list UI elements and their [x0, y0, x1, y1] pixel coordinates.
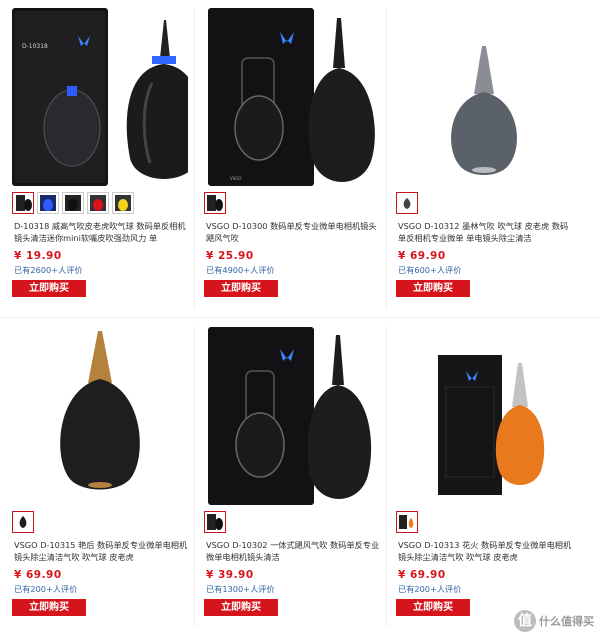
thumbnail[interactable]: [396, 192, 418, 214]
svg-text:VSGO: VSGO: [230, 176, 242, 181]
review-count[interactable]: 已有4900+人评价: [204, 264, 380, 276]
buy-now-button[interactable]: 立即购买: [204, 280, 278, 297]
product-card[interactable]: VSGO D-10313 花火 数码单反专业微单电相机镜头除尘清洁气吹 吹气球 …: [396, 327, 572, 616]
product-price: ¥ 25.90: [206, 250, 254, 262]
color-thumbnails: [204, 192, 380, 216]
product-description[interactable]: VSGO D-10315 艳后 数码单反专业微单电相机镜头除尘清洁气吹 吹气球 …: [12, 539, 188, 563]
thumbnail[interactable]: [204, 192, 226, 214]
product-card[interactable]: VSGO D-10302 一体式飓风气吹 数码单反专业微单电相机镜头清洁 ¥ 3…: [204, 327, 380, 616]
review-count[interactable]: 已有200+人评价: [396, 583, 572, 595]
review-count[interactable]: 已有600+人评价: [396, 264, 572, 276]
thumbnail[interactable]: [12, 192, 34, 214]
buy-now-button[interactable]: 立即购买: [396, 599, 470, 616]
product-description[interactable]: VSGO D-10312 墨林气吹 吹气球 皮老虎 数码单反相机专业微单 单电镜…: [396, 220, 572, 244]
product-grid: D-10318 D-10318 威高气吹皮老虎吹气球 数码单反相机镜头清洁迷你m…: [0, 0, 600, 638]
site-watermark: 值 什么值得买: [514, 610, 594, 632]
product-price: ¥ 69.90: [14, 569, 62, 581]
color-thumbnails: [396, 192, 572, 216]
thumbnail[interactable]: [396, 511, 418, 533]
thumbnail[interactable]: [87, 192, 109, 214]
product-card[interactable]: VSGO D-10312 墨林气吹 吹气球 皮老虎 数码单反相机专业微单 单电镜…: [396, 8, 572, 297]
color-thumbnails: [396, 511, 572, 535]
thumbnail[interactable]: [204, 511, 226, 533]
color-thumbnails: [204, 511, 380, 535]
column-divider: [194, 8, 195, 308]
product-image[interactable]: [396, 8, 572, 188]
product-description[interactable]: D-10318 威高气吹皮老虎吹气球 数码单反相机镜头清洁迷你mini软嘴皮吹强…: [12, 220, 188, 244]
review-count[interactable]: 已有2600+人评价: [12, 264, 188, 276]
product-price: ¥ 39.90: [206, 569, 254, 581]
column-divider: [194, 327, 195, 627]
buy-now-button[interactable]: 立即购买: [12, 599, 86, 616]
thumbnail[interactable]: [112, 192, 134, 214]
watermark-text: 什么值得买: [539, 615, 594, 628]
product-image[interactable]: [12, 327, 188, 507]
product-description[interactable]: VSGO D-10302 一体式飓风气吹 数码单反专业微单电相机镜头清洁: [204, 539, 380, 563]
product-image[interactable]: [204, 327, 380, 507]
product-image[interactable]: D-10318: [12, 8, 188, 188]
review-count[interactable]: 已有1300+人评价: [204, 583, 380, 595]
thumbnail[interactable]: [62, 192, 84, 214]
thumbnail[interactable]: [37, 192, 59, 214]
color-thumbnails: [12, 511, 188, 535]
color-thumbnails: [12, 192, 188, 216]
product-image[interactable]: [396, 327, 572, 507]
thumbnail[interactable]: [12, 511, 34, 533]
buy-now-button[interactable]: 立即购买: [12, 280, 86, 297]
row-divider: [0, 317, 600, 318]
product-price: ¥ 19.90: [14, 250, 62, 262]
product-price: ¥ 69.90: [398, 250, 446, 262]
product-description[interactable]: VSGO D-10300 数码单反专业微单电相机镜头飓风气吹: [204, 220, 380, 244]
buy-now-button[interactable]: 立即购买: [396, 280, 470, 297]
review-count[interactable]: 已有200+人评价: [12, 583, 188, 595]
package-label: D-10318: [22, 43, 48, 50]
product-price: ¥ 69.90: [398, 569, 446, 581]
product-card[interactable]: VSGO VSGO D-10300 数码单反专业微单电相机镜头飓风气吹 ¥ 25…: [204, 8, 380, 297]
product-card[interactable]: VSGO D-10315 艳后 数码单反专业微单电相机镜头除尘清洁气吹 吹气球 …: [12, 327, 188, 616]
column-divider: [386, 327, 387, 627]
product-image[interactable]: VSGO: [204, 8, 380, 188]
buy-now-button[interactable]: 立即购买: [204, 599, 278, 616]
product-description[interactable]: VSGO D-10313 花火 数码单反专业微单电相机镜头除尘清洁气吹 吹气球 …: [396, 539, 572, 563]
smzdm-logo-icon: 值: [514, 610, 536, 632]
column-divider: [386, 8, 387, 308]
product-card[interactable]: D-10318 D-10318 威高气吹皮老虎吹气球 数码单反相机镜头清洁迷你m…: [12, 8, 188, 297]
